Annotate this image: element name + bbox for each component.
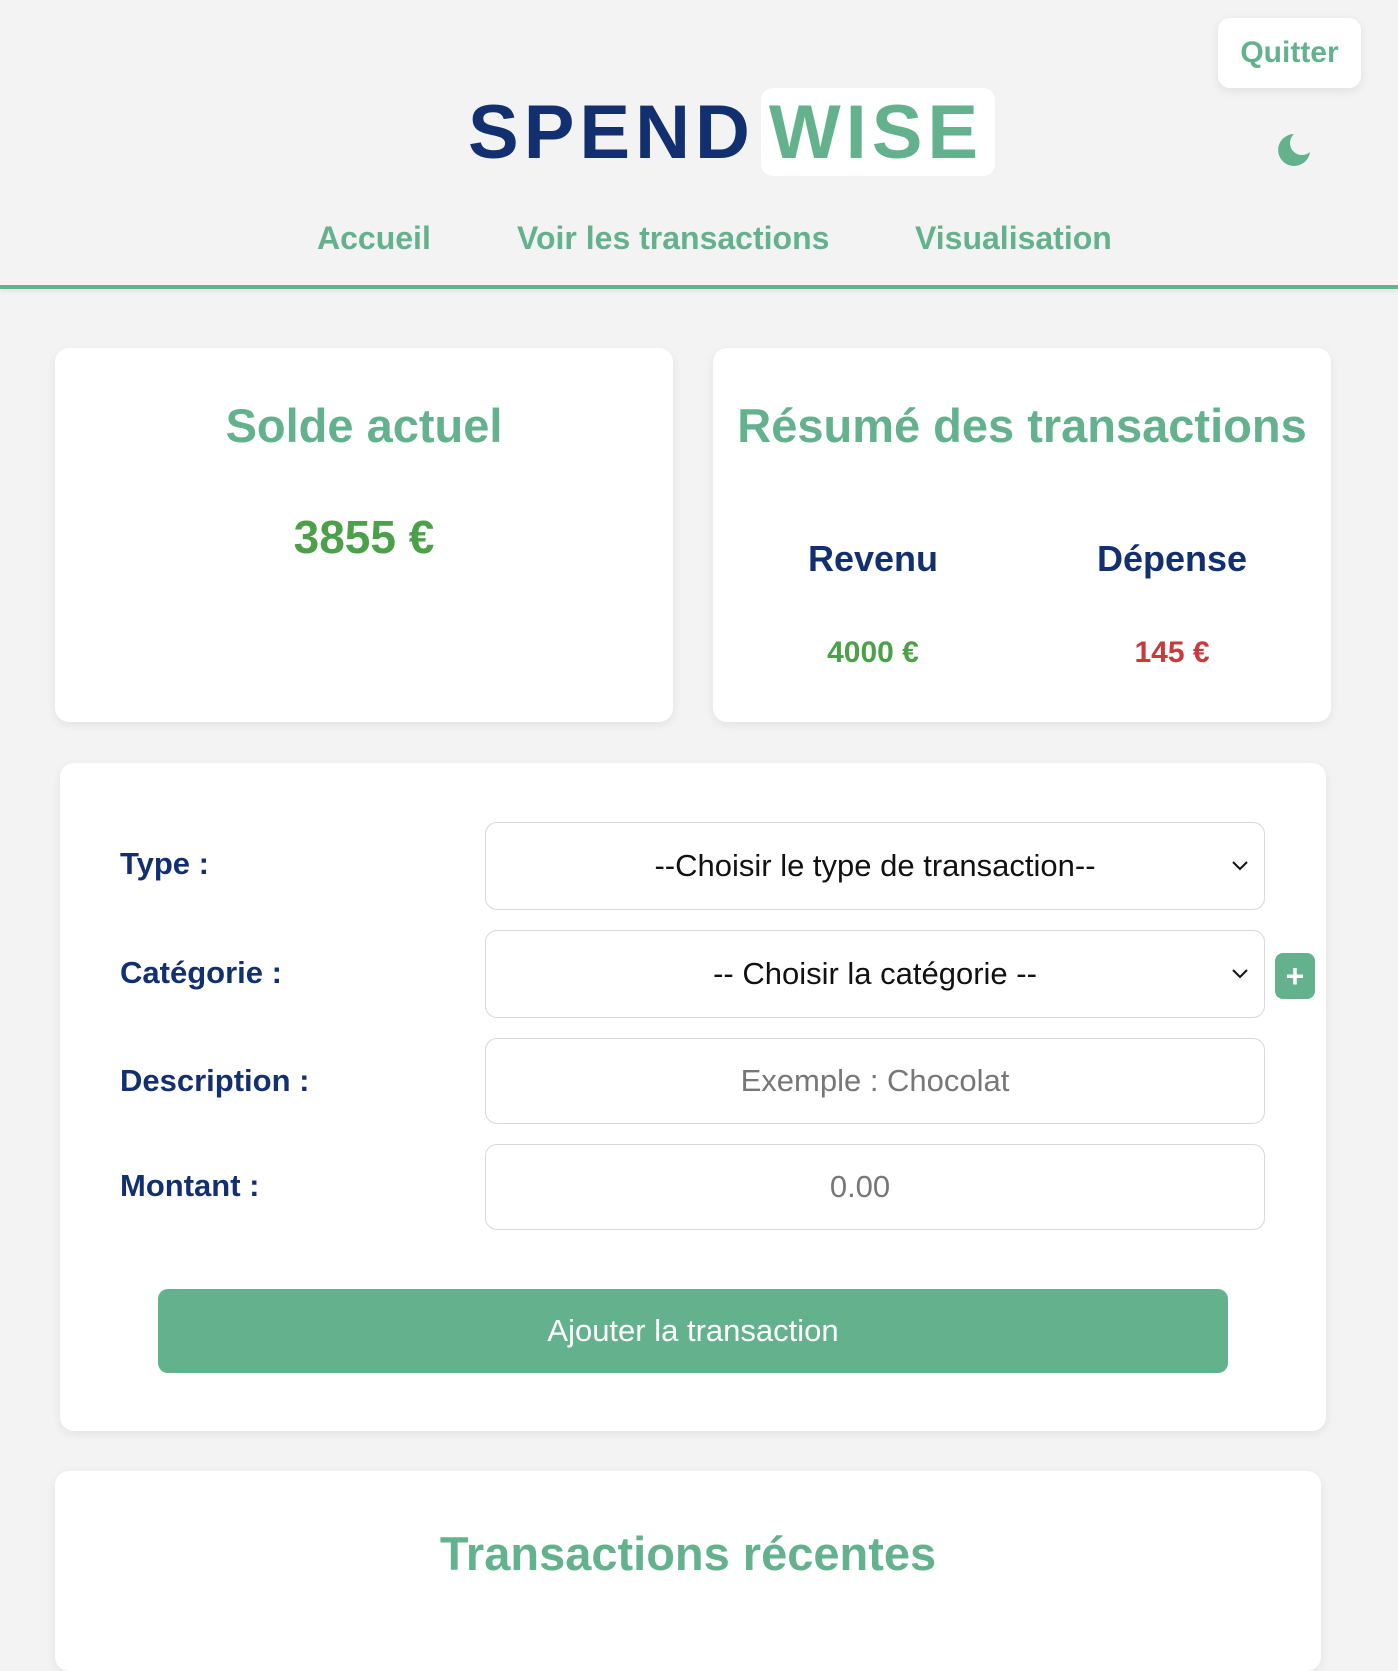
quit-button[interactable]: Quitter <box>1218 18 1361 88</box>
type-label: Type : <box>120 846 209 881</box>
summary-card: Résumé des transactions Revenu Dépense 4… <box>713 348 1331 722</box>
chevron-down-icon <box>1232 861 1248 871</box>
category-label: Catégorie : <box>120 955 282 990</box>
app-logo: SPEND WISE <box>468 88 996 176</box>
expense-value: 145 € <box>1134 636 1210 669</box>
type-select-value: --Choisir le type de transaction-- <box>654 848 1096 883</box>
logo-spend-text: SPEND <box>468 89 755 175</box>
amount-input[interactable]: 0.00 <box>485 1144 1265 1230</box>
plus-icon: + <box>1285 957 1305 994</box>
chevron-down-icon <box>1232 969 1248 979</box>
description-label: Description : <box>120 1063 310 1098</box>
expense-label: Dépense <box>1096 538 1248 579</box>
type-select[interactable]: --Choisir le type de transaction-- <box>485 822 1265 910</box>
summary-title: Résumé des transactions <box>737 399 1307 452</box>
nav-item-transactions[interactable]: Voir les transactions <box>517 220 829 257</box>
description-input[interactable]: Exemple : Chocolat <box>485 1038 1265 1124</box>
transaction-form-card: Type : --Choisir le type de transaction-… <box>60 763 1326 1431</box>
category-select[interactable]: -- Choisir la catégorie -- <box>485 930 1265 1018</box>
income-label: Revenu <box>807 538 939 579</box>
amount-placeholder: 0.00 <box>829 1169 891 1204</box>
amount-label: Montant : <box>120 1168 260 1203</box>
moon-icon[interactable] <box>1270 128 1314 172</box>
add-category-button[interactable]: + <box>1275 953 1315 999</box>
logo-wise-text: WISE <box>760 88 996 176</box>
balance-card: Solde actuel 3855 € <box>55 348 673 722</box>
nav-item-visualisation[interactable]: Visualisation <box>915 220 1112 257</box>
recent-transactions-title: Transactions récentes <box>439 1527 937 1580</box>
main-nav: Accueil Voir les transactions Visualisat… <box>0 210 1398 289</box>
balance-title: Solde actuel <box>225 399 503 452</box>
add-transaction-button[interactable]: Ajouter la transaction <box>158 1289 1228 1373</box>
balance-value: 3855 € <box>293 511 435 563</box>
nav-item-accueil[interactable]: Accueil <box>317 220 431 257</box>
category-select-value: -- Choisir la catégorie -- <box>713 956 1037 991</box>
description-placeholder: Exemple : Chocolat <box>740 1063 1010 1098</box>
recent-transactions-card: Transactions récentes <box>55 1471 1321 1671</box>
income-value: 4000 € <box>827 636 919 669</box>
